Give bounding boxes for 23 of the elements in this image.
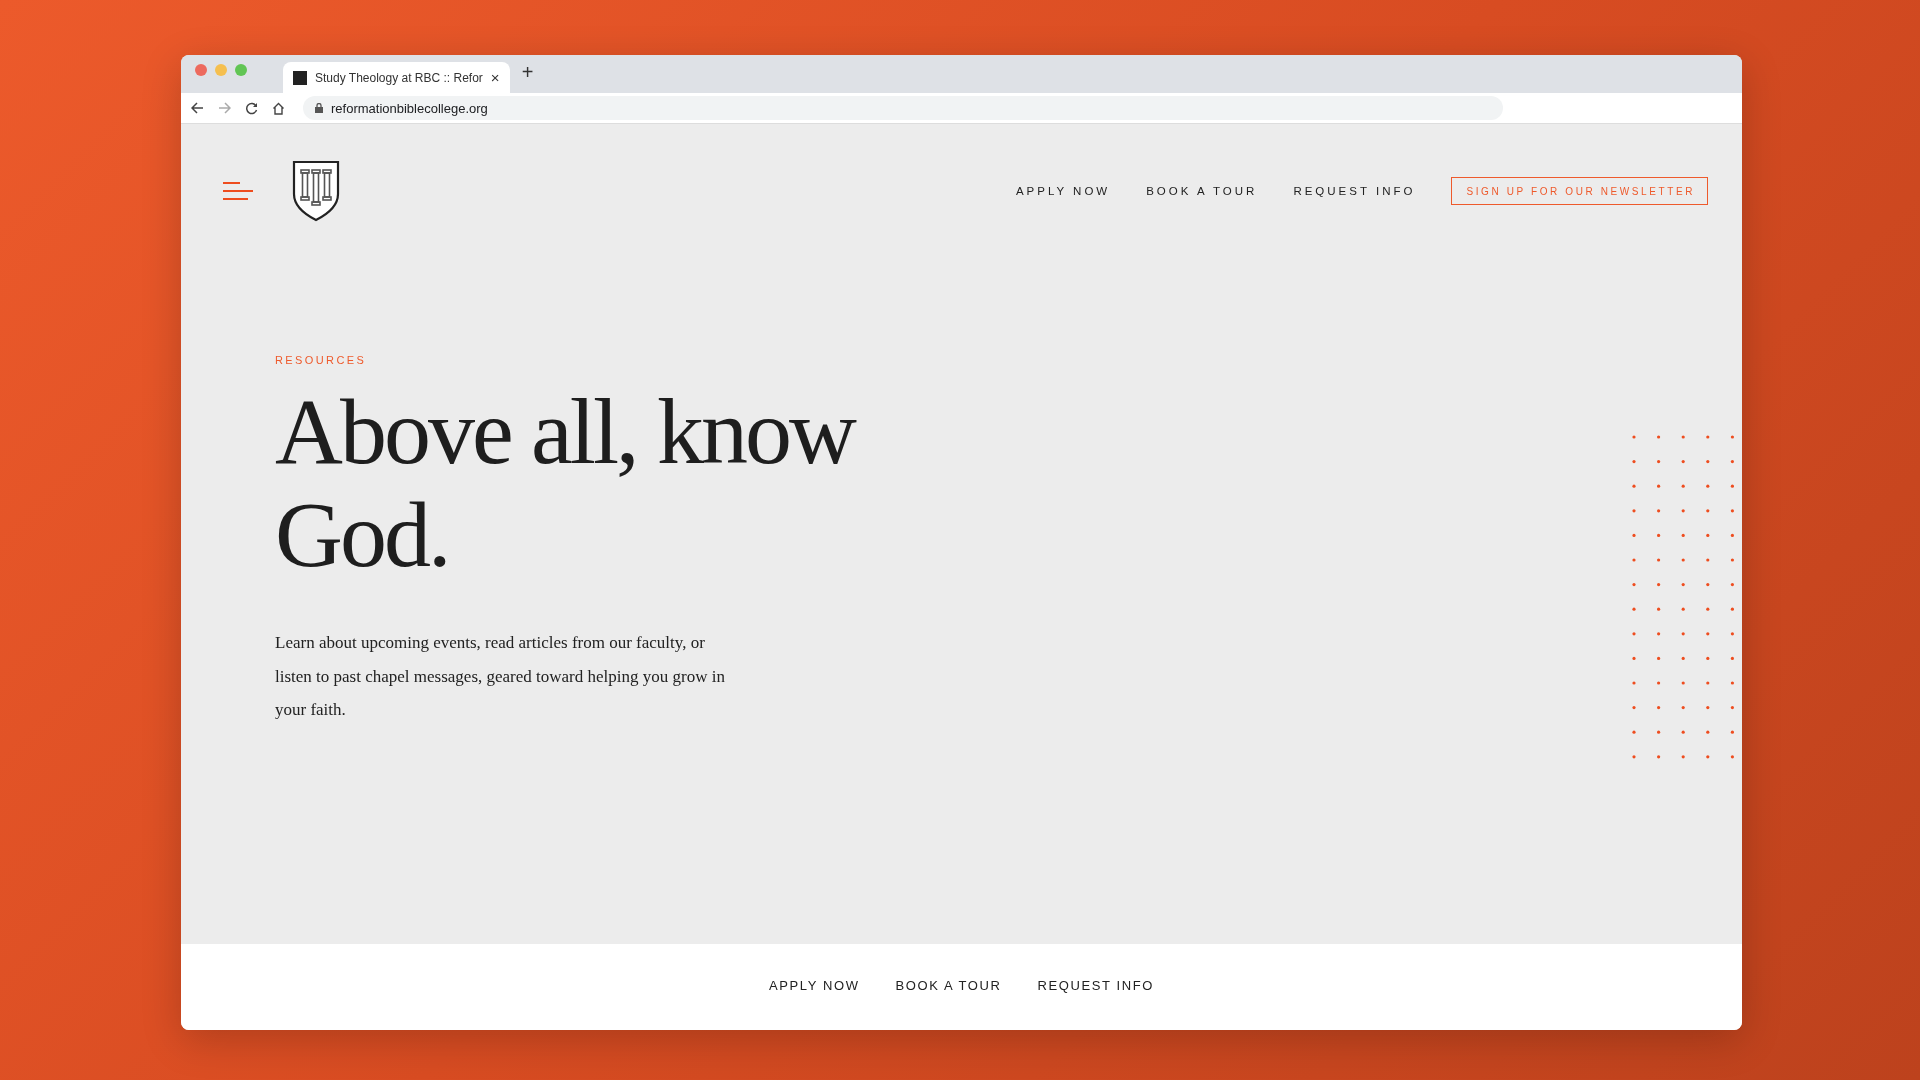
hero-heading: Above all, know God. (275, 380, 856, 586)
tab-close-button[interactable]: × (490, 69, 500, 86)
home-icon[interactable] (272, 101, 285, 115)
address-bar[interactable]: reformationbiblecollege.org (303, 96, 1503, 120)
favicon-icon (293, 70, 307, 85)
footer-nav-link[interactable]: APPLY NOW (769, 977, 860, 993)
forward-arrow-icon[interactable] (218, 102, 231, 114)
nav-link[interactable]: BOOK A TOUR (1146, 185, 1258, 197)
hero-description: Learn about upcoming events, read articles from our faculty, or listen to past chapel messages, geared toward helping you grow in your faith. (275, 632, 725, 721)
nav-link[interactable]: REQUEST INFO (1293, 185, 1416, 197)
footer-nav-link[interactable]: REQUEST INFO (1037, 977, 1154, 993)
menu-icon[interactable] (223, 181, 254, 201)
new-tab-button[interactable]: + (521, 61, 534, 84)
maximize-window-button[interactable] (235, 64, 247, 76)
close-window-button[interactable] (195, 64, 207, 76)
shield-logo-icon[interactable] (292, 160, 340, 222)
reload-icon[interactable] (245, 101, 258, 115)
lock-icon (315, 103, 323, 113)
nav-link[interactable]: APPLY NOW (1015, 185, 1111, 197)
section-label: RESOURCES (275, 354, 368, 366)
back-arrow-icon[interactable] (191, 102, 204, 114)
browser-tab[interactable]: Study Theology at RBC :: Refor × (283, 62, 510, 93)
footer-nav-link[interactable]: BOOK A TOUR (895, 977, 1002, 993)
